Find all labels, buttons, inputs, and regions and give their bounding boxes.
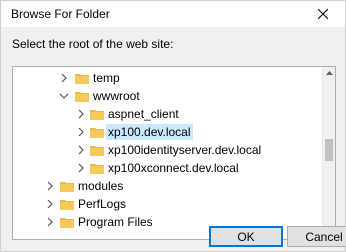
chevron-right-icon[interactable] bbox=[45, 217, 55, 227]
chevron-right-icon[interactable] bbox=[45, 181, 55, 191]
tree-item-xp100identityserver-dev-local[interactable]: xp100identityserver.dev.local bbox=[13, 141, 325, 160]
tree-item-label: xp100identityserver.dev.local bbox=[108, 143, 262, 157]
tree-item-label: modules bbox=[78, 179, 124, 193]
title-bar[interactable]: Browse For Folder bbox=[1, 1, 345, 27]
tree-item-wwwroot[interactable]: wwwroot bbox=[13, 87, 325, 106]
close-icon bbox=[318, 9, 328, 19]
chevron-right-icon[interactable] bbox=[59, 73, 69, 83]
tree-item-label: wwwroot bbox=[93, 89, 140, 103]
tree-item-xp100-dev-local[interactable]: xp100.dev.local bbox=[13, 123, 325, 142]
chevron-down-icon[interactable] bbox=[59, 91, 69, 101]
browse-for-folder-dialog: Browse For Folder Select the root of the… bbox=[0, 0, 346, 252]
folder-icon bbox=[90, 162, 104, 174]
cancel-button[interactable]: Cancel bbox=[287, 226, 346, 247]
tree-item-label: aspnet_client bbox=[108, 107, 179, 121]
tree-item-label: xp100.dev.local bbox=[106, 124, 193, 140]
instruction-text: Select the root of the web site: bbox=[12, 37, 174, 51]
window-title: Browse For Folder bbox=[11, 7, 110, 21]
vertical-scrollbar[interactable] bbox=[322, 67, 335, 239]
folder-icon bbox=[90, 108, 104, 120]
chevron-right-icon[interactable] bbox=[76, 109, 86, 119]
folder-icon bbox=[75, 72, 89, 84]
scrollbar-thumb[interactable] bbox=[325, 139, 333, 161]
tree-item-perflogs[interactable]: PerfLogs bbox=[13, 195, 325, 214]
tree-item-label: xp100xconnect.dev.local bbox=[108, 161, 239, 175]
tree-item-xp100xconnect-dev-local[interactable]: xp100xconnect.dev.local bbox=[13, 159, 325, 178]
tree-item-label: temp bbox=[93, 71, 120, 85]
chevron-right-icon[interactable] bbox=[76, 127, 86, 137]
tree-item-temp[interactable]: temp bbox=[13, 69, 325, 88]
folder-icon bbox=[75, 90, 89, 102]
ok-button[interactable]: OK bbox=[209, 226, 283, 247]
tree-item-aspnet-client[interactable]: aspnet_client bbox=[13, 105, 325, 124]
folder-icon bbox=[60, 180, 74, 192]
close-button[interactable] bbox=[301, 1, 345, 27]
scroll-up-icon[interactable] bbox=[323, 67, 335, 79]
chevron-right-icon[interactable] bbox=[45, 199, 55, 209]
chevron-right-icon[interactable] bbox=[76, 163, 86, 173]
folder-tree[interactable]: temp wwwroot aspnet_client xp100.dev.loc… bbox=[12, 66, 336, 240]
folder-icon bbox=[60, 198, 74, 210]
tree-item-label: PerfLogs bbox=[78, 197, 127, 211]
folder-icon bbox=[90, 126, 104, 138]
folder-icon bbox=[90, 144, 104, 156]
tree-item-modules[interactable]: modules bbox=[13, 177, 325, 196]
folder-icon bbox=[60, 216, 74, 228]
tree-item-label: Program Files bbox=[78, 215, 153, 229]
chevron-right-icon[interactable] bbox=[76, 145, 86, 155]
